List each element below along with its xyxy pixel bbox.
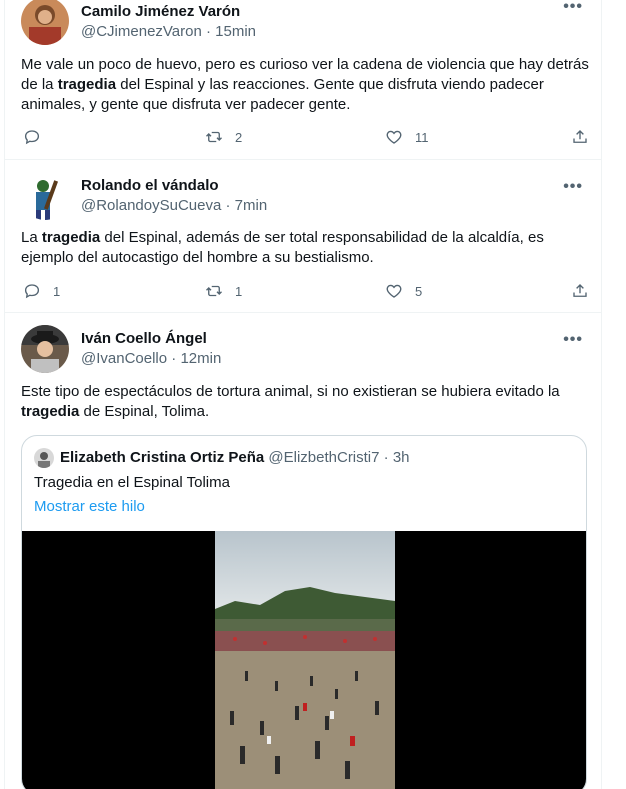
timestamp[interactable]: 15min <box>215 23 256 40</box>
reply-button[interactable]: 1 <box>23 281 60 301</box>
separator: · <box>225 197 231 214</box>
retweet-count: 1 <box>235 283 243 299</box>
highlight: tragedia <box>21 403 80 420</box>
share-button[interactable] <box>571 281 589 301</box>
tweet-rolando[interactable]: Rolando el vándalo @RolandoySuCueva · 7m… <box>5 160 601 313</box>
quote-avatar[interactable] <box>34 448 54 468</box>
separator: · <box>383 449 389 466</box>
timestamp[interactable]: 12min <box>180 350 221 367</box>
tweet-text: La tragedia del Espinal, además de ser t… <box>21 228 593 268</box>
author-name[interactable]: Rolando el vándalo <box>81 177 219 194</box>
like-icon <box>386 284 402 298</box>
separator: · <box>171 350 177 367</box>
retweet-count: 2 <box>235 129 243 145</box>
share-icon <box>573 130 587 143</box>
tweet-actions: 1 1 5 <box>21 281 593 301</box>
tweet-actions: 2 11 <box>21 127 593 147</box>
like-button[interactable]: 5 <box>385 281 422 301</box>
like-button[interactable]: 11 <box>385 127 429 147</box>
tweet-ivan[interactable]: Iván Coello Ángel @IvanCoello · 12min ••… <box>5 313 601 789</box>
tweet-camilo[interactable]: Camilo Jiménez Varón @CJimenezVaron · 15… <box>5 0 601 160</box>
video-player[interactable] <box>22 531 586 789</box>
author-name[interactable]: Camilo Jiménez Varón <box>81 3 240 20</box>
like-count: 5 <box>415 283 423 299</box>
retweet-icon <box>206 285 222 297</box>
highlight: tragedia <box>57 76 117 93</box>
reply-icon <box>24 130 40 145</box>
more-icon[interactable]: ••• <box>563 178 583 196</box>
text-part: de Espinal, Tolima. <box>79 403 210 420</box>
more-icon[interactable]: ••• <box>563 331 583 349</box>
quoted-tweet[interactable]: Elizabeth Cristina Ortiz Peña @ElizbethC… <box>21 435 587 789</box>
tweet-text: Me vale un poco de huevo, pero es curios… <box>21 55 593 115</box>
reply-button[interactable] <box>23 127 41 147</box>
quote-handle: @ElizbethCristi7 <box>268 449 380 466</box>
text-part: del Espinal, además de ser total respons… <box>21 229 544 266</box>
retweet-button[interactable]: 2 <box>205 127 242 147</box>
avatar[interactable] <box>21 0 69 45</box>
author-handle[interactable]: @IvanCoello <box>81 350 167 367</box>
highlight: tragedia <box>41 229 101 246</box>
avatar[interactable] <box>21 325 69 373</box>
retweet-icon <box>206 131 222 143</box>
author-handle[interactable]: @CJimenezVaron <box>81 23 202 40</box>
more-icon[interactable]: ••• <box>563 0 583 16</box>
tweet-text: Este tipo de espectáculos de tortura ani… <box>21 382 593 422</box>
author-meta: @IvanCoello · 12min <box>81 350 221 367</box>
quote-text: Tragedia en el Espinal Tolima <box>34 474 230 491</box>
share-icon <box>573 284 587 297</box>
show-thread-link[interactable]: Mostrar este hilo <box>34 498 145 515</box>
avatar[interactable] <box>21 172 69 220</box>
quote-author: Elizabeth Cristina Ortiz Peña @ElizbethC… <box>60 449 410 466</box>
quote-timestamp: 3h <box>392 449 410 466</box>
text-part: La <box>21 229 42 246</box>
reply-icon <box>24 284 40 299</box>
author-meta: @RolandoySuCueva · 7min <box>81 197 267 214</box>
video-frame[interactable] <box>215 531 395 789</box>
timestamp[interactable]: 7min <box>235 197 268 214</box>
timeline: Camilo Jiménez Varón @CJimenezVaron · 15… <box>4 0 602 789</box>
share-button[interactable] <box>571 127 589 147</box>
like-icon <box>386 130 402 144</box>
reply-count: 1 <box>53 283 61 299</box>
author-name[interactable]: Iván Coello Ángel <box>81 330 207 347</box>
like-count: 11 <box>415 129 429 145</box>
text-part: Este tipo de espectáculos de tortura ani… <box>21 383 560 400</box>
author-handle[interactable]: @RolandoySuCueva <box>81 197 221 214</box>
separator: · <box>206 23 211 40</box>
retweet-button[interactable]: 1 <box>205 281 242 301</box>
author-meta: @CJimenezVaron · 15min <box>81 23 256 40</box>
quote-author-name[interactable]: Elizabeth Cristina Ortiz Peña <box>60 449 264 466</box>
